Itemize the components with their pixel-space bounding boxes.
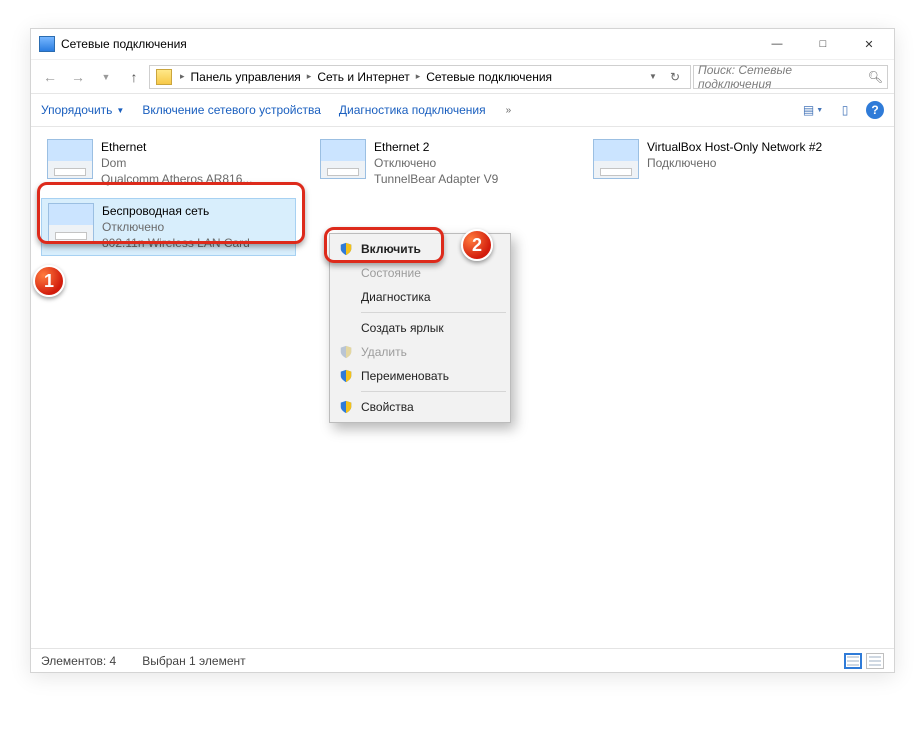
connection-adapter: Qualcomm Atheros AR816... (101, 171, 252, 187)
network-connections-window: Сетевые подключения — □ ✕ ← → ▼ ↑ ▸ Пане… (30, 28, 895, 673)
connection-status: Dom (101, 155, 252, 171)
context-menu: Включить Состояние Диагностика Создать я… (329, 233, 511, 423)
command-bar: Упорядочить ▼ Включение сетевого устройс… (31, 93, 894, 127)
connection-item-ethernet[interactable]: Ethernet Dom Qualcomm Atheros AR816... (41, 135, 296, 192)
annotation-badge-1: 1 (33, 265, 65, 297)
history-dropdown-button[interactable]: ▼ (644, 72, 662, 81)
address-bar[interactable]: ▸ Панель управления ▸ Сеть и Интернет ▸ … (149, 65, 691, 89)
connections-grid: Ethernet Dom Qualcomm Atheros AR816... E… (41, 135, 884, 192)
enable-device-button[interactable]: Включение сетевого устройства (142, 103, 321, 117)
connection-name: Ethernet (101, 139, 252, 155)
status-item-count: Элементов: 4 (41, 654, 116, 668)
forward-button[interactable]: → (65, 64, 91, 90)
minimize-button[interactable]: — (754, 30, 800, 58)
connection-status: Подключено (647, 155, 822, 171)
ctx-delete: Удалить (333, 340, 507, 364)
connection-adapter: 802.11n Wireless LAN Card (102, 235, 250, 251)
connection-item-ethernet2[interactable]: Ethernet 2 Отключено TunnelBear Adapter … (314, 135, 569, 192)
ctx-separator (361, 312, 506, 313)
help-button[interactable]: ? (866, 101, 884, 119)
status-selection: Выбран 1 элемент (142, 654, 245, 668)
maximize-button[interactable]: □ (800, 30, 846, 58)
recent-locations-button[interactable]: ▼ (93, 64, 119, 90)
back-button[interactable]: ← (37, 64, 63, 90)
connection-name: Беспроводная сеть (102, 203, 250, 219)
crumb-control-panel[interactable]: Панель управления (189, 70, 303, 84)
ctx-rename[interactable]: Переименовать (333, 364, 507, 388)
network-adapter-icon (47, 139, 93, 179)
location-icon (156, 69, 172, 85)
connection-status: Отключено (102, 219, 250, 235)
chevron-right-icon[interactable]: ▸ (303, 71, 316, 82)
connection-name: Ethernet 2 (374, 139, 498, 155)
network-adapter-icon (593, 139, 639, 179)
title-bar: Сетевые подключения — □ ✕ (31, 29, 894, 59)
shield-icon (339, 242, 353, 256)
diagnose-connection-button[interactable]: Диагностика подключения (339, 103, 486, 117)
ctx-create-shortcut[interactable]: Создать ярлык (333, 316, 507, 340)
overflow-chevron-icon[interactable]: » (504, 105, 514, 116)
search-input[interactable]: Поиск: Сетевые подключения 🔍︎ (693, 65, 888, 89)
status-bar: Элементов: 4 Выбран 1 элемент (31, 648, 894, 672)
chevron-right-icon[interactable]: ▸ (412, 71, 425, 82)
network-adapter-icon (320, 139, 366, 179)
shield-icon (339, 400, 353, 414)
crumb-network-connections[interactable]: Сетевые подключения (424, 70, 554, 84)
ctx-diagnostics[interactable]: Диагностика (333, 285, 507, 309)
ctx-separator (361, 391, 506, 392)
crumb-network-internet[interactable]: Сеть и Интернет (315, 70, 411, 84)
ctx-enable[interactable]: Включить (333, 237, 507, 261)
connection-item-virtualbox[interactable]: VirtualBox Host-Only Network #2 Подключе… (587, 135, 842, 183)
window-title: Сетевые подключения (61, 37, 187, 51)
network-adapter-icon (48, 203, 94, 243)
view-options-button[interactable]: ▤▼ (802, 99, 824, 121)
connection-name: VirtualBox Host-Only Network #2 (647, 139, 822, 155)
app-icon (39, 36, 55, 52)
close-button[interactable]: ✕ (846, 30, 892, 58)
connection-adapter: TunnelBear Adapter V9 (374, 171, 498, 187)
refresh-button[interactable]: ↻ (666, 70, 684, 84)
ctx-status: Состояние (333, 261, 507, 285)
shield-icon (339, 369, 353, 383)
large-icons-view-button[interactable] (866, 653, 884, 669)
content-area: Ethernet Dom Qualcomm Atheros AR816... E… (31, 127, 894, 648)
preview-pane-button[interactable]: ▯ (834, 99, 856, 121)
chevron-down-icon: ▼ (116, 106, 124, 115)
connection-status: Отключено (374, 155, 498, 171)
search-placeholder: Поиск: Сетевые подключения (698, 63, 868, 91)
view-icon: ▤ (803, 103, 814, 117)
breadcrumb: Панель управления ▸ Сеть и Интернет ▸ Се… (189, 70, 555, 84)
chevron-right-icon[interactable]: ▸ (176, 71, 189, 82)
connection-item-wireless[interactable]: Беспроводная сеть Отключено 802.11n Wire… (41, 198, 296, 257)
search-icon[interactable]: 🔍︎ (868, 70, 883, 84)
details-view-button[interactable] (844, 653, 862, 669)
preview-pane-icon: ▯ (842, 103, 849, 117)
organize-button[interactable]: Упорядочить ▼ (41, 103, 124, 117)
ctx-properties[interactable]: Свойства (333, 395, 507, 419)
nav-bar: ← → ▼ ↑ ▸ Панель управления ▸ Сеть и Инт… (31, 59, 894, 93)
shield-icon (339, 345, 353, 359)
up-button[interactable]: ↑ (121, 64, 147, 90)
chevron-down-icon: ▼ (816, 107, 823, 114)
